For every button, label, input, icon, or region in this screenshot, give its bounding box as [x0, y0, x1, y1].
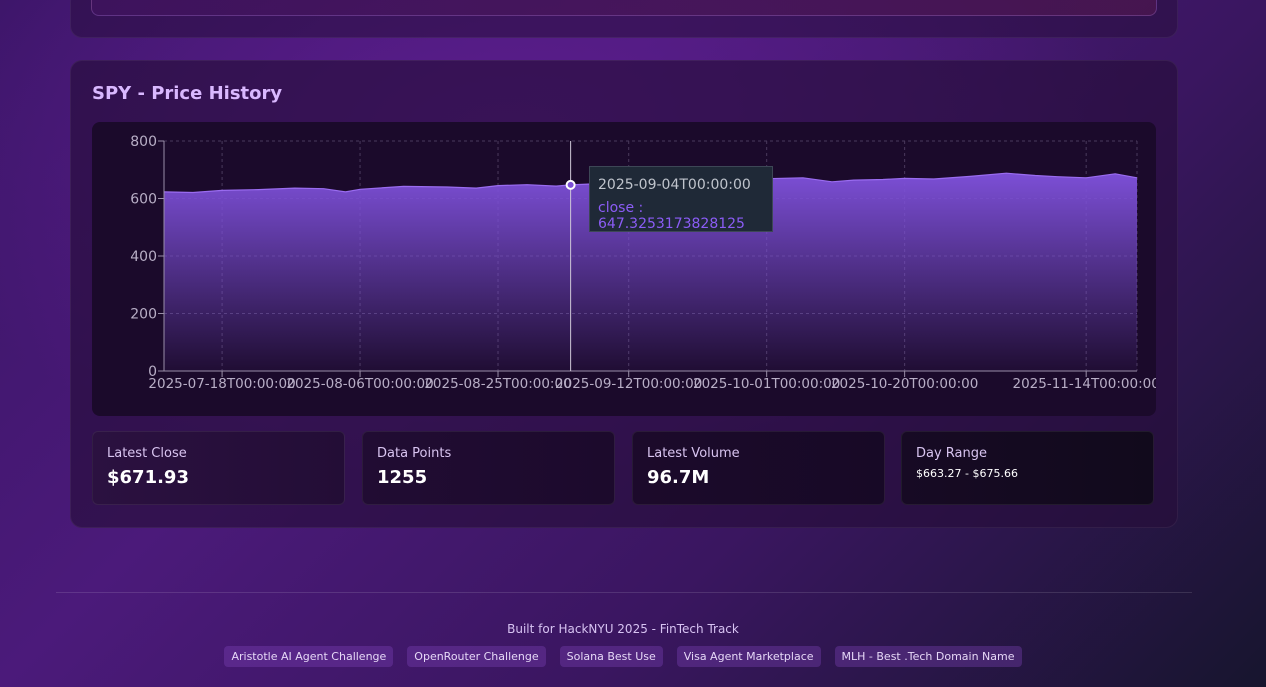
card-title: SPY - Price History	[92, 83, 283, 104]
stat-day-range: Day Range $663.27 - $675.66	[901, 431, 1154, 505]
footer-text: Built for HackNYU 2025 - FinTech Track	[507, 622, 739, 636]
x-tick-label: 2025-10-01T00:00:00	[693, 376, 840, 392]
tooltip-value: close : 647.3253173828125	[598, 200, 745, 232]
stat-value: $663.27 - $675.66	[916, 467, 1018, 480]
price-chart[interactable]: 0 200 400 600 800 2025-07-18T00:00:00 2025-08-…	[92, 122, 1156, 416]
stat-label: Day Range	[916, 446, 988, 461]
y-tick-label: 600	[130, 192, 157, 208]
stat-label: Latest Volume	[647, 446, 740, 461]
footer-divider	[56, 592, 1192, 593]
price-history-card: SPY - Price History 0 200 400 600 800 2025-07…	[70, 60, 1178, 528]
badge-aristotle: Aristotle AI Agent Challenge	[224, 646, 394, 667]
stat-value: 1255	[377, 467, 428, 488]
stat-value: $671.93	[107, 467, 189, 488]
x-tick-label: 2025-11-14T00:00:00	[1012, 376, 1156, 392]
x-tick-label: 2025-08-06T00:00:00	[286, 376, 433, 392]
badge-visa: Visa Agent Marketplace	[676, 646, 821, 667]
chart-tooltip: 2025-09-04T00:00:00 close : 647.32531738…	[589, 166, 773, 232]
badge-solana: Solana Best Use	[559, 646, 663, 667]
x-tick-label: 2025-09-12T00:00:00	[555, 376, 702, 392]
stat-latest-volume: Latest Volume 96.7M	[632, 431, 885, 505]
stat-label: Latest Close	[107, 446, 187, 461]
badge-openrouter: OpenRouter Challenge	[407, 646, 546, 667]
tooltip-date: 2025-09-04T00:00:00	[598, 177, 751, 193]
y-tick-label: 400	[130, 249, 157, 265]
badge-mlh: MLH - Best .Tech Domain Name	[834, 646, 1022, 667]
y-tick-label: 800	[130, 134, 157, 150]
footer-badges: Aristotle AI Agent Challenge OpenRouter …	[0, 646, 1246, 667]
x-tick-label: 2025-08-25T00:00:00	[424, 376, 571, 392]
y-tick-label: 200	[130, 307, 157, 323]
previous-card	[70, 0, 1178, 38]
x-tick-label: 2025-10-20T00:00:00	[831, 376, 978, 392]
stat-label: Data Points	[377, 446, 452, 461]
stat-latest-close: Latest Close $671.93	[92, 431, 345, 505]
x-tick-label: 2025-07-18T00:00:00	[148, 376, 295, 392]
stat-data-points: Data Points 1255	[362, 431, 615, 505]
previous-card-panel	[91, 0, 1157, 16]
hover-point	[565, 179, 576, 190]
stat-value: 96.7M	[647, 467, 710, 488]
